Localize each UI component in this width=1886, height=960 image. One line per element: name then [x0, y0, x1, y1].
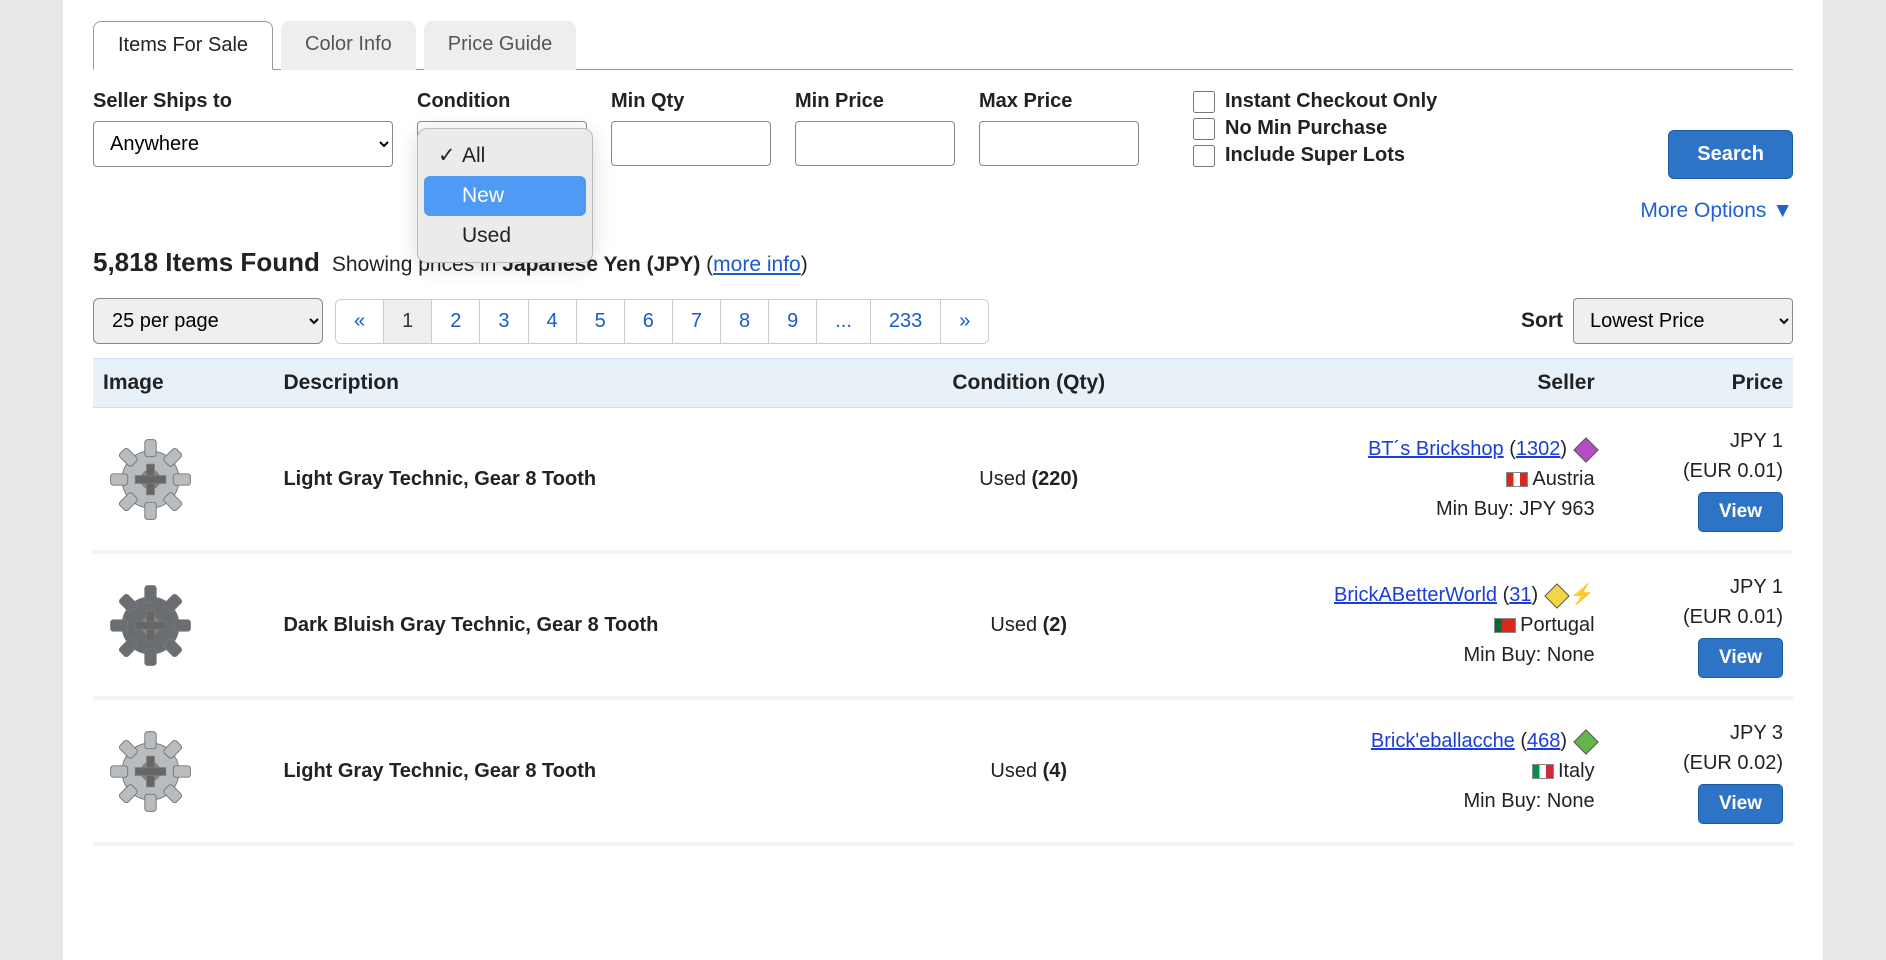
flag-icon	[1532, 764, 1554, 779]
table-row: Dark Bluish Gray Technic, Gear 8 ToothUs…	[93, 552, 1793, 698]
page-8[interactable]: 8	[721, 300, 769, 343]
item-seller: Brick'eballacche (468) ItalyMin Buy: Non…	[1164, 698, 1604, 844]
sort-select[interactable]: Lowest Price	[1573, 298, 1793, 344]
search-button[interactable]: Search	[1668, 130, 1793, 179]
flag-icon	[1494, 618, 1516, 633]
include-super-lots-label: Include Super Lots	[1225, 144, 1405, 167]
seller-feedback-link[interactable]: 31	[1509, 584, 1531, 606]
page-5[interactable]: 5	[577, 300, 625, 343]
condition-option-all[interactable]: ✓All	[424, 135, 586, 176]
more-info-link[interactable]: more info	[713, 253, 801, 276]
th-condition: Condition (Qty)	[893, 359, 1164, 408]
brick-icon	[1573, 729, 1598, 754]
instant-checkout-checkbox[interactable]	[1193, 91, 1215, 113]
condition-dropdown: ✓All New Used	[417, 128, 593, 263]
page-3[interactable]: 3	[480, 300, 528, 343]
table-row: Light Gray Technic, Gear 8 ToothUsed (4)…	[93, 698, 1793, 844]
th-image: Image	[93, 359, 273, 408]
item-description: Light Gray Technic, Gear 8 Tooth	[273, 408, 893, 553]
min-price-input[interactable]	[795, 121, 955, 166]
seller-link[interactable]: BT´s Brickshop	[1368, 438, 1504, 460]
max-price-input[interactable]	[979, 121, 1139, 166]
min-price-label: Min Price	[795, 90, 955, 113]
item-price: JPY 1(EUR 0.01)View	[1605, 552, 1793, 698]
item-image	[93, 698, 273, 844]
max-price-label: Max Price	[979, 90, 1139, 113]
tab-color-info[interactable]: Color Info	[281, 21, 416, 70]
seller-feedback-link[interactable]: 468	[1527, 730, 1560, 752]
sort-label: Sort	[1521, 309, 1563, 333]
ships-to-select[interactable]: Anywhere	[93, 121, 393, 167]
results-header: 5,818 Items Found Showing prices in Japa…	[93, 241, 1793, 298]
brick-icon	[1573, 437, 1598, 462]
item-seller: BT´s Brickshop (1302) AustriaMin Buy: JP…	[1164, 408, 1604, 553]
page-4[interactable]: 4	[529, 300, 577, 343]
ships-to-label: Seller Ships to	[93, 90, 393, 113]
page-»[interactable]: »	[941, 300, 988, 343]
condition-label: Condition	[417, 90, 587, 113]
results-toolbar: 25 per page «123456789...233» Sort Lowes…	[93, 298, 1793, 358]
view-button[interactable]: View	[1698, 492, 1783, 532]
page-1[interactable]: 1	[384, 300, 432, 343]
brick-icon	[1544, 583, 1569, 608]
results-table: Image Description Condition (Qty) Seller…	[93, 358, 1793, 846]
condition-option-new[interactable]: New	[424, 176, 586, 216]
page-2[interactable]: 2	[432, 300, 480, 343]
view-button[interactable]: View	[1698, 638, 1783, 678]
no-min-purchase-checkbox[interactable]	[1193, 118, 1215, 140]
th-seller: Seller	[1164, 359, 1604, 408]
item-price: JPY 3(EUR 0.02)View	[1605, 698, 1793, 844]
include-super-lots-checkbox[interactable]	[1193, 145, 1215, 167]
item-condition: Used (4)	[893, 698, 1164, 844]
item-condition: Used (220)	[893, 408, 1164, 553]
min-qty-input[interactable]	[611, 121, 771, 166]
flag-icon	[1506, 472, 1528, 487]
item-description: Dark Bluish Gray Technic, Gear 8 Tooth	[273, 552, 893, 698]
view-button[interactable]: View	[1698, 784, 1783, 824]
item-image	[93, 552, 273, 698]
page-...[interactable]: ...	[817, 300, 871, 343]
tab-items-for-sale[interactable]: Items For Sale	[93, 21, 273, 70]
seller-link[interactable]: Brick'eballacche	[1371, 730, 1515, 752]
per-page-select[interactable]: 25 per page	[93, 298, 323, 344]
page-«[interactable]: «	[336, 300, 384, 343]
min-qty-label: Min Qty	[611, 90, 771, 113]
th-price: Price	[1605, 359, 1793, 408]
item-price: JPY 1(EUR 0.01)View	[1605, 408, 1793, 553]
table-row: Light Gray Technic, Gear 8 ToothUsed (22…	[93, 408, 1793, 553]
condition-option-used[interactable]: Used	[424, 216, 586, 256]
seller-feedback-link[interactable]: 1302	[1516, 438, 1561, 460]
item-description: Light Gray Technic, Gear 8 Tooth	[273, 698, 893, 844]
tab-bar: Items For Sale Color Info Price Guide	[93, 0, 1793, 70]
more-options-link[interactable]: More Options ▼	[93, 189, 1793, 241]
page-7[interactable]: 7	[673, 300, 721, 343]
page-9[interactable]: 9	[769, 300, 817, 343]
item-condition: Used (2)	[893, 552, 1164, 698]
no-min-purchase-label: No Min Purchase	[1225, 117, 1387, 140]
th-description: Description	[273, 359, 893, 408]
pagination: «123456789...233»	[335, 299, 989, 344]
check-icon: ✓	[438, 143, 454, 168]
filter-bar: Seller Ships to Anywhere Condition All ✓…	[93, 70, 1793, 189]
page-233[interactable]: 233	[871, 300, 941, 343]
instant-checkout-label: Instant Checkout Only	[1225, 90, 1437, 113]
results-count: 5,818 Items Found	[93, 247, 320, 278]
tab-price-guide[interactable]: Price Guide	[424, 21, 577, 70]
item-image	[93, 408, 273, 553]
bolt-icon: ⚡	[1570, 584, 1595, 606]
page-6[interactable]: 6	[625, 300, 673, 343]
seller-link[interactable]: BrickABetterWorld	[1334, 584, 1497, 606]
item-seller: BrickABetterWorld (31) ⚡PortugalMin Buy:…	[1164, 552, 1604, 698]
